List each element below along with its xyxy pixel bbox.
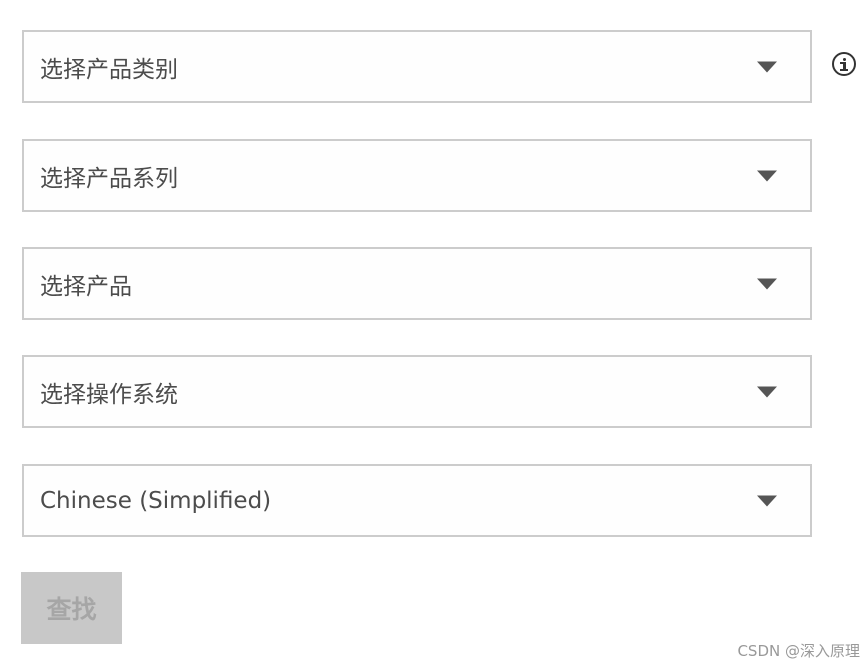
chevron-down-icon [757, 61, 777, 72]
product-select[interactable]: 选择产品 [22, 247, 812, 320]
language-select[interactable]: Chinese (Simplified) [22, 464, 812, 537]
search-button[interactable]: 查找 [21, 572, 122, 644]
product-category-select[interactable]: 选择产品类别 [22, 30, 812, 103]
product-series-select[interactable]: 选择产品系列 [22, 139, 812, 212]
language-value: Chinese (Simplified) [40, 487, 272, 514]
watermark: CSDN @深入原理 [737, 642, 860, 660]
chevron-down-icon [757, 386, 777, 397]
chevron-down-icon [757, 278, 777, 289]
operating-system-select[interactable]: 选择操作系统 [22, 355, 812, 428]
chevron-down-icon [757, 170, 777, 181]
info-icon[interactable] [832, 52, 856, 76]
product-category-value: 选择产品类别 [40, 56, 178, 83]
product-series-value: 选择产品系列 [40, 165, 178, 192]
chevron-down-icon [757, 495, 777, 506]
operating-system-value: 选择操作系统 [40, 381, 178, 408]
product-value: 选择产品 [40, 273, 132, 300]
